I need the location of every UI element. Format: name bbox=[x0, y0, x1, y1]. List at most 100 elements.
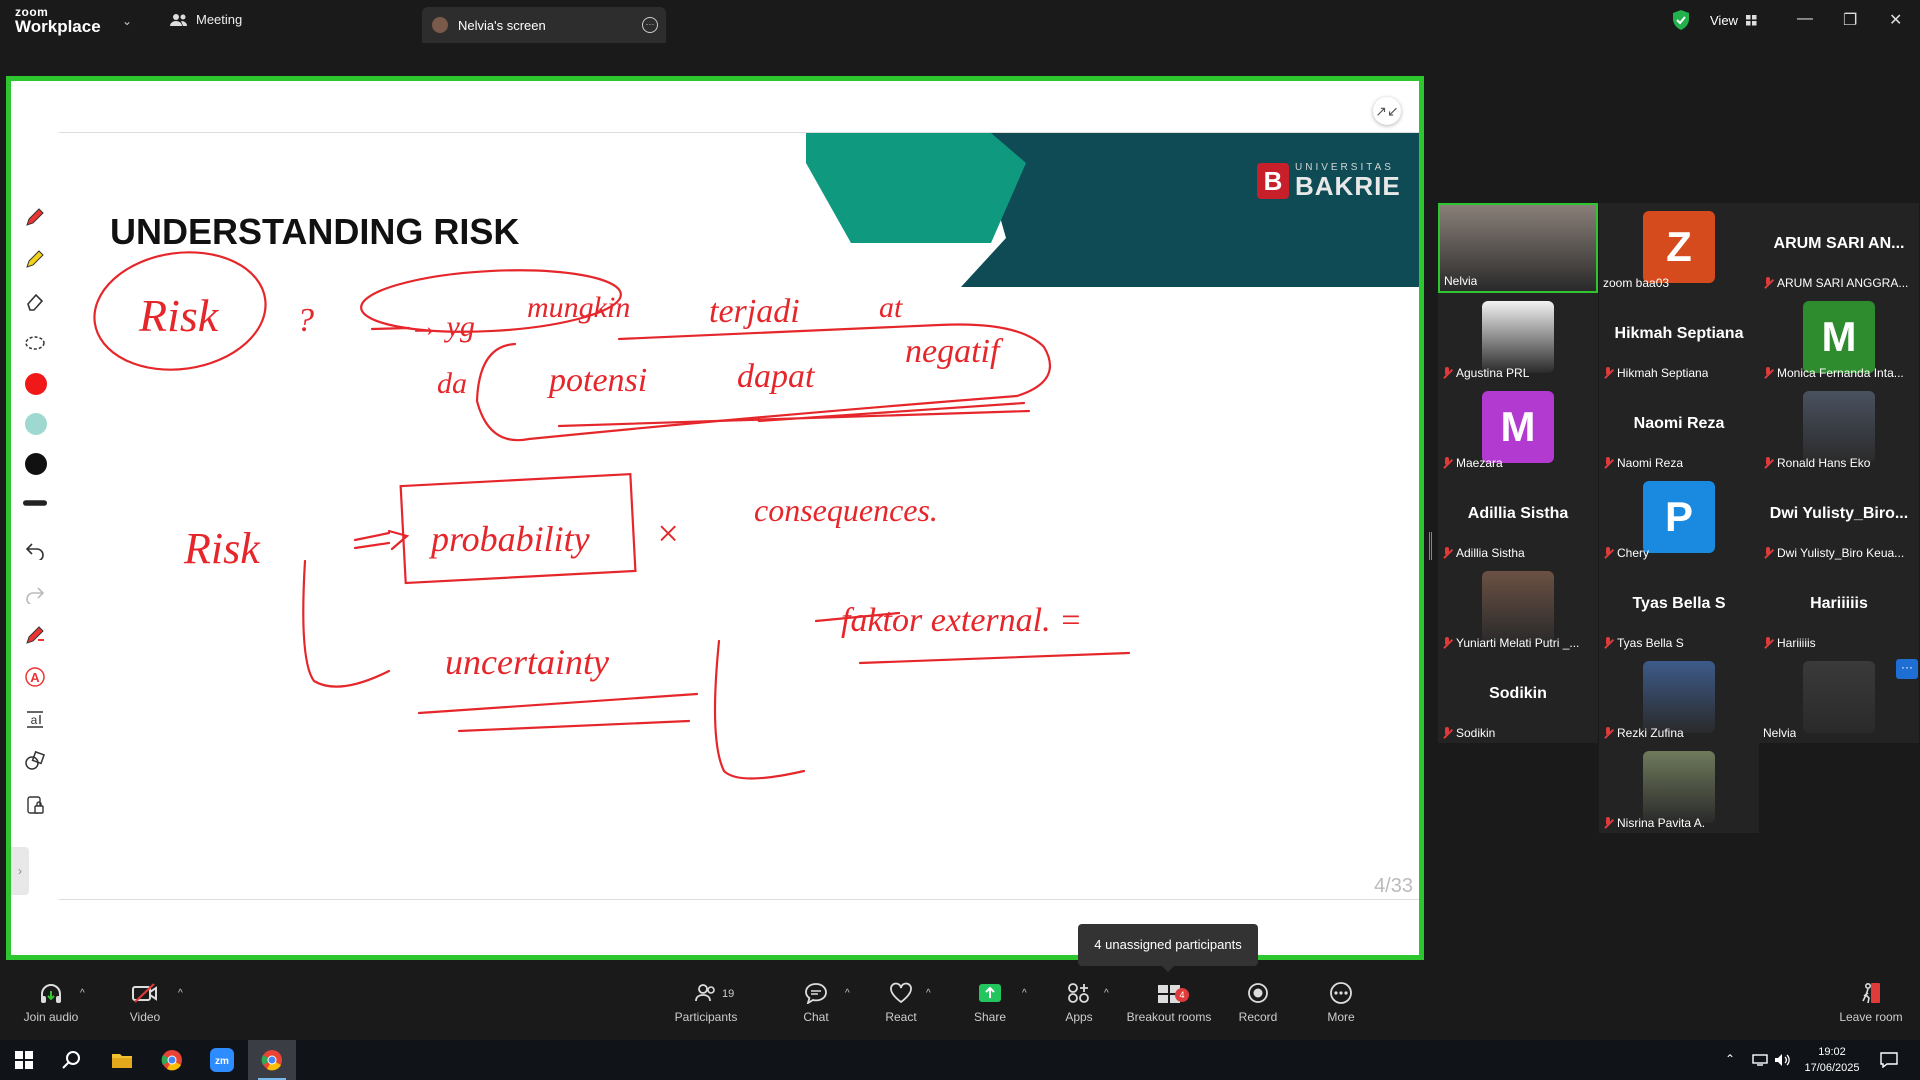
join-audio-button[interactable]: Join audio bbox=[6, 976, 96, 1036]
participant-label: Nelvia bbox=[1444, 274, 1477, 288]
shared-screen: A a › B UNIVERSITAS BAKRIE ↗↙ UNDERSTAND… bbox=[6, 76, 1424, 960]
participant-tile[interactable]: Sodikin Sodikin bbox=[1438, 653, 1598, 743]
participant-tile[interactable]: Hariiiiis Hariiiiis bbox=[1759, 563, 1919, 653]
participant-name: Ronald Hans Eko bbox=[1777, 456, 1871, 470]
text-tool-icon[interactable]: a bbox=[23, 707, 47, 731]
annotation-times: × bbox=[655, 513, 681, 555]
breakout-tooltip: 4 unassigned participants bbox=[1078, 924, 1258, 972]
lock-page-icon[interactable] bbox=[23, 793, 47, 817]
mic-muted-icon bbox=[1603, 637, 1613, 649]
participant-tile[interactable]: Yuniarti Melati Putri _... bbox=[1438, 563, 1598, 653]
view-button[interactable]: View bbox=[1710, 13, 1757, 28]
zoom-app-icon[interactable]: zm bbox=[198, 1040, 246, 1080]
pen-icon[interactable] bbox=[23, 205, 47, 229]
line-width-icon[interactable] bbox=[23, 491, 47, 515]
chrome-active-icon[interactable] bbox=[248, 1040, 296, 1080]
video-options-icon[interactable]: ^ bbox=[178, 988, 183, 999]
record-button[interactable]: Record bbox=[1213, 976, 1303, 1036]
leave-room-button[interactable]: Leave room bbox=[1826, 976, 1916, 1036]
tab-meeting[interactable]: Meeting bbox=[170, 12, 242, 27]
undo-icon[interactable] bbox=[23, 537, 47, 561]
participant-tile[interactable]: Zzoom baa03 bbox=[1599, 203, 1759, 293]
chrome-icon[interactable] bbox=[148, 1040, 196, 1080]
panel-resize-handle[interactable] bbox=[1429, 532, 1432, 560]
participant-tile[interactable]: M Maezara bbox=[1438, 383, 1598, 473]
participant-tile[interactable]: Tyas Bella S Tyas Bella S bbox=[1599, 563, 1759, 653]
chevron-down-icon[interactable]: ⌄ bbox=[122, 14, 132, 28]
svg-text:a: a bbox=[31, 713, 38, 727]
participant-tile[interactable]: ARUM SARI AN... ARUM SARI ANGGRA... bbox=[1759, 203, 1919, 293]
share-button[interactable]: Share bbox=[945, 976, 1035, 1036]
participant-tile[interactable]: Ronald Hans Eko bbox=[1759, 383, 1919, 473]
participant-tile[interactable]: Nelvia bbox=[1759, 653, 1919, 743]
color-teal-swatch[interactable] bbox=[25, 413, 47, 435]
maximize-icon[interactable]: ❐ bbox=[1843, 10, 1857, 30]
redo-icon[interactable] bbox=[23, 581, 47, 605]
svg-text:A: A bbox=[30, 670, 40, 685]
color-black-swatch[interactable] bbox=[25, 453, 47, 475]
participant-label: Hariiiiis bbox=[1763, 636, 1816, 650]
slide-divider-bottom bbox=[59, 899, 1419, 900]
chat-button[interactable]: Chat bbox=[771, 976, 861, 1036]
windows-start-icon[interactable] bbox=[0, 1040, 48, 1080]
system-clock[interactable]: 19:02 17/06/2025 bbox=[1800, 1044, 1864, 1076]
participant-tile[interactable]: Adillia Sistha Adillia Sistha bbox=[1438, 473, 1598, 563]
participant-tile[interactable]: Nelvia bbox=[1438, 203, 1598, 293]
participant-name: ARUM SARI ANGGRA... bbox=[1777, 276, 1909, 290]
volume-icon[interactable] bbox=[1774, 1053, 1792, 1067]
participant-name: Chery bbox=[1617, 546, 1650, 560]
text-style-icon[interactable]: A bbox=[23, 665, 47, 689]
participant-name: Nelvia bbox=[1444, 274, 1478, 288]
more-button[interactable]: More bbox=[1296, 976, 1386, 1036]
encryption-shield-icon[interactable] bbox=[1672, 10, 1690, 30]
participant-tile[interactable]: Rezki Zufina bbox=[1599, 653, 1759, 743]
tray-chevron-up-icon[interactable]: ⌃ bbox=[1725, 1052, 1735, 1066]
mic-muted-icon bbox=[1763, 457, 1773, 469]
network-icon[interactable] bbox=[1752, 1054, 1768, 1066]
gallery-more-icon[interactable]: ··· bbox=[1896, 659, 1918, 679]
react-button[interactable]: React bbox=[856, 976, 946, 1036]
people-icon bbox=[170, 13, 187, 26]
react-options-icon[interactable]: ^ bbox=[926, 988, 931, 999]
more-options-icon[interactable]: ··· bbox=[642, 17, 658, 33]
apps-options-icon[interactable]: ^ bbox=[1104, 988, 1109, 999]
share-options-icon[interactable]: ^ bbox=[1022, 988, 1027, 999]
highlighter-icon[interactable] bbox=[23, 247, 47, 271]
participant-name: Naomi Reza bbox=[1617, 456, 1684, 470]
search-icon[interactable] bbox=[48, 1040, 96, 1080]
minimize-icon[interactable]: — bbox=[1797, 10, 1813, 28]
mic-muted-icon bbox=[1442, 637, 1452, 649]
notifications-icon[interactable] bbox=[1880, 1052, 1898, 1068]
mic-muted-icon bbox=[1442, 547, 1452, 559]
participant-tile[interactable]: Hikmah Septiana Hikmah Septiana bbox=[1599, 293, 1759, 383]
mic-muted-icon bbox=[1442, 457, 1452, 469]
participant-video bbox=[1803, 391, 1875, 463]
chat-options-icon[interactable]: ^ bbox=[845, 988, 850, 999]
participant-tile[interactable]: Nisrina Pavita A. bbox=[1599, 743, 1759, 833]
participant-tile[interactable]: Agustina PRL bbox=[1438, 293, 1598, 383]
file-explorer-icon[interactable] bbox=[98, 1040, 146, 1080]
apps-button[interactable]: Apps bbox=[1034, 976, 1124, 1036]
eraser-icon[interactable] bbox=[23, 289, 47, 313]
participants-button[interactable]: Participants bbox=[661, 976, 751, 1036]
close-icon[interactable]: ✕ bbox=[1889, 10, 1902, 30]
tab-shared-screen[interactable]: Nelvia's screen ··· bbox=[422, 7, 666, 43]
participant-tile[interactable]: Dwi Yulisty_Biro... Dwi Yulisty_Biro Keua… bbox=[1759, 473, 1919, 563]
participant-name: Nisrina Pavita A. bbox=[1617, 816, 1706, 830]
participant-tile[interactable]: Naomi Reza Naomi Reza bbox=[1599, 383, 1759, 473]
vanishing-pen-icon[interactable] bbox=[23, 623, 47, 647]
expand-panel-handle[interactable]: › bbox=[11, 847, 29, 895]
annotation-at: at bbox=[879, 291, 903, 324]
lasso-select-icon[interactable] bbox=[23, 331, 47, 355]
audio-options-icon[interactable]: ^ bbox=[80, 988, 85, 999]
participant-tile[interactable]: P Chery bbox=[1599, 473, 1759, 563]
annotation-consequences: consequences. bbox=[754, 492, 938, 528]
color-red-swatch[interactable] bbox=[25, 373, 47, 395]
heart-icon bbox=[890, 982, 912, 1004]
video-button[interactable]: Video bbox=[100, 976, 190, 1036]
zoom-logo[interactable]: zoom Workplace bbox=[15, 6, 101, 35]
join-audio-label: Join audio bbox=[23, 1010, 79, 1024]
participant-tile[interactable]: M Monica Fernanda Inta... bbox=[1759, 293, 1919, 383]
shapes-icon[interactable] bbox=[23, 749, 47, 773]
breakout-rooms-button[interactable]: Breakout rooms bbox=[1124, 976, 1214, 1036]
